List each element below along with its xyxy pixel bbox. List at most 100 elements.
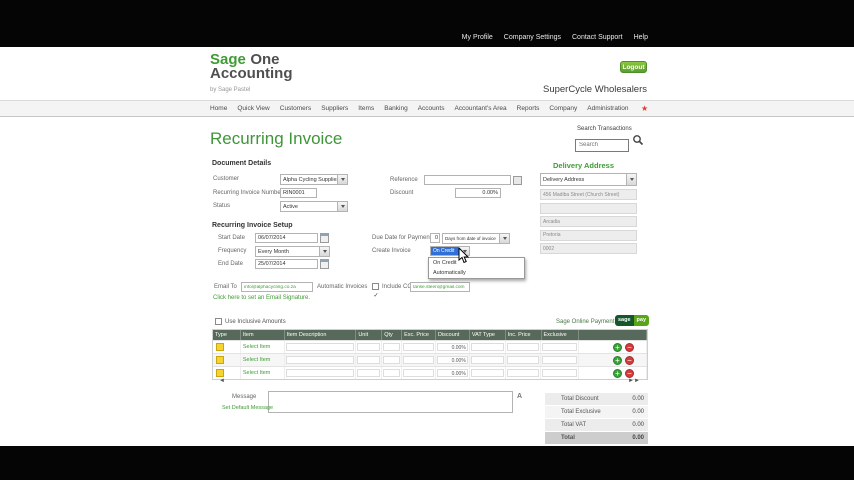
logout-button[interactable]: Logout: [620, 61, 647, 73]
start-date-input[interactable]: [255, 233, 318, 243]
grid-cell-input[interactable]: [285, 369, 355, 377]
grid-cell-input[interactable]: [383, 369, 401, 377]
grid-cell: [506, 367, 542, 379]
grid-cell-input[interactable]: [403, 343, 434, 351]
use-inclusive-checkbox[interactable]: [215, 318, 222, 325]
grid-cell-input[interactable]: [506, 343, 540, 351]
nav-item-home[interactable]: Home: [210, 105, 227, 112]
email-signature-link[interactable]: Click here to set an Email Signature.: [213, 295, 310, 301]
frequency-select[interactable]: Every Month: [255, 246, 330, 257]
grid-cell-input[interactable]: [470, 343, 504, 351]
topbar-link-help[interactable]: Help: [634, 34, 648, 41]
email-to-input[interactable]: [241, 282, 313, 292]
recurring-invoice-number-input[interactable]: [280, 188, 317, 198]
select-item-link[interactable]: Select Item: [243, 370, 271, 376]
item-type-icon[interactable]: [216, 369, 224, 377]
reference-lookup-icon[interactable]: [513, 176, 522, 185]
nav-item-administration[interactable]: Administration: [587, 105, 628, 112]
end-date-input[interactable]: [255, 259, 318, 269]
nav-item-banking[interactable]: Banking: [384, 105, 408, 112]
set-default-message-link[interactable]: Set Default Message: [222, 405, 273, 411]
topbar-link-company-settings[interactable]: Company Settings: [504, 34, 561, 41]
cc-email-input[interactable]: [410, 282, 470, 292]
grid-cell: [506, 354, 542, 366]
grid-header-cell: Discount: [436, 330, 470, 340]
add-row-button[interactable]: +: [613, 355, 623, 365]
nav-item-accounts[interactable]: Accounts: [418, 105, 445, 112]
screen: My Profile Company Settings Contact Suppor…: [0, 0, 854, 480]
message-textarea[interactable]: [268, 391, 513, 413]
search-input[interactable]: [575, 138, 629, 152]
create-invoice-select[interactable]: On Credit: [430, 246, 470, 256]
nav-item-customers[interactable]: Customers: [280, 105, 311, 112]
remove-row-button[interactable]: −: [625, 342, 635, 352]
topbar-link-my-profile[interactable]: My Profile: [462, 34, 493, 41]
item-type-icon[interactable]: [216, 356, 224, 364]
app-logo: Sage One Accounting by Sage Pastel: [210, 52, 293, 97]
nav-item-quick-view[interactable]: Quick View: [237, 105, 269, 112]
delivery-address-select[interactable]: Delivery Address: [540, 173, 637, 186]
reference-input[interactable]: [424, 175, 511, 185]
create-invoice-option[interactable]: On Credit: [429, 258, 524, 268]
next-page-icon[interactable]: ►►: [628, 378, 640, 384]
prev-page-icon[interactable]: ◄: [219, 378, 225, 384]
select-item-link[interactable]: Select Item: [243, 344, 271, 350]
grid-cell-input[interactable]: [506, 369, 540, 377]
totals-value: 0.00: [632, 435, 644, 441]
item-type-icon[interactable]: [216, 343, 224, 351]
delivery-address-line[interactable]: 456 Madiba Street (Church Street): [540, 189, 637, 200]
discount-cell-input[interactable]: 0.00%: [436, 356, 468, 364]
grid-cell-input[interactable]: [285, 356, 355, 364]
topbar-link-contact-support[interactable]: Contact Support: [572, 34, 623, 41]
grid-cell: [285, 341, 357, 353]
nav-item-suppliers[interactable]: Suppliers: [321, 105, 348, 112]
grid-cell-input[interactable]: [470, 369, 504, 377]
grid-cell-input[interactable]: [357, 369, 381, 377]
grid-cell-input[interactable]: [383, 343, 401, 351]
nav-item-items[interactable]: Items: [358, 105, 374, 112]
discount-cell-input[interactable]: 0.00%: [436, 369, 468, 377]
delivery-address-line[interactable]: Arcadia: [540, 216, 637, 227]
remove-row-button[interactable]: −: [625, 368, 635, 378]
grid-cell-input[interactable]: [542, 356, 578, 364]
grid-cell-input[interactable]: [285, 343, 355, 351]
grid-cell: [356, 354, 383, 366]
nav-item-accountant-s-area[interactable]: Accountant's Area: [454, 105, 506, 112]
grid-cell-input[interactable]: [357, 356, 381, 364]
grid-cell-input[interactable]: [542, 343, 578, 351]
nav-item-company[interactable]: Company: [549, 105, 577, 112]
nav-item-reports[interactable]: Reports: [517, 105, 540, 112]
discount-input[interactable]: [455, 188, 501, 198]
delivery-address-line[interactable]: [540, 202, 637, 214]
status-label: Status: [213, 203, 231, 209]
grid-cell-input[interactable]: [506, 356, 540, 364]
grid-cell-input[interactable]: [403, 369, 434, 377]
grid-header-cell: Type: [213, 330, 241, 340]
sage-pay-button[interactable]: sage pay: [615, 315, 650, 326]
discount-cell-input[interactable]: 0.00%: [436, 343, 468, 351]
automatic-invoices-checkbox[interactable]: [372, 283, 379, 290]
favorite-star-icon[interactable]: ★: [641, 104, 648, 113]
grid-cell-input[interactable]: [357, 343, 381, 351]
status-select[interactable]: Active: [280, 201, 348, 212]
font-size-icon[interactable]: A: [517, 393, 522, 400]
grid-cell-input[interactable]: [470, 356, 504, 364]
grid-cell-input[interactable]: [403, 356, 434, 364]
grid-cell-input[interactable]: [383, 356, 401, 364]
search-icon[interactable]: [632, 134, 644, 146]
delivery-address-title: Delivery Address: [553, 161, 615, 170]
calendar-icon[interactable]: [320, 259, 329, 269]
customer-select[interactable]: Alpha Cycling Supplies: [280, 174, 348, 185]
delivery-address-line[interactable]: 0002: [540, 243, 637, 254]
add-row-button[interactable]: +: [613, 368, 623, 378]
grid-cell: [541, 354, 580, 366]
remove-row-button[interactable]: −: [625, 355, 635, 365]
select-item-link[interactable]: Select Item: [243, 357, 271, 363]
grid-cell-input[interactable]: [542, 369, 578, 377]
due-days-input[interactable]: [430, 233, 440, 243]
delivery-address-line[interactable]: Pretoria: [540, 229, 637, 241]
create-invoice-option[interactable]: Automatically: [429, 268, 524, 278]
due-unit-select[interactable]: Days from date of invoice: [442, 233, 510, 244]
add-row-button[interactable]: +: [613, 342, 623, 352]
calendar-icon[interactable]: [320, 233, 329, 243]
